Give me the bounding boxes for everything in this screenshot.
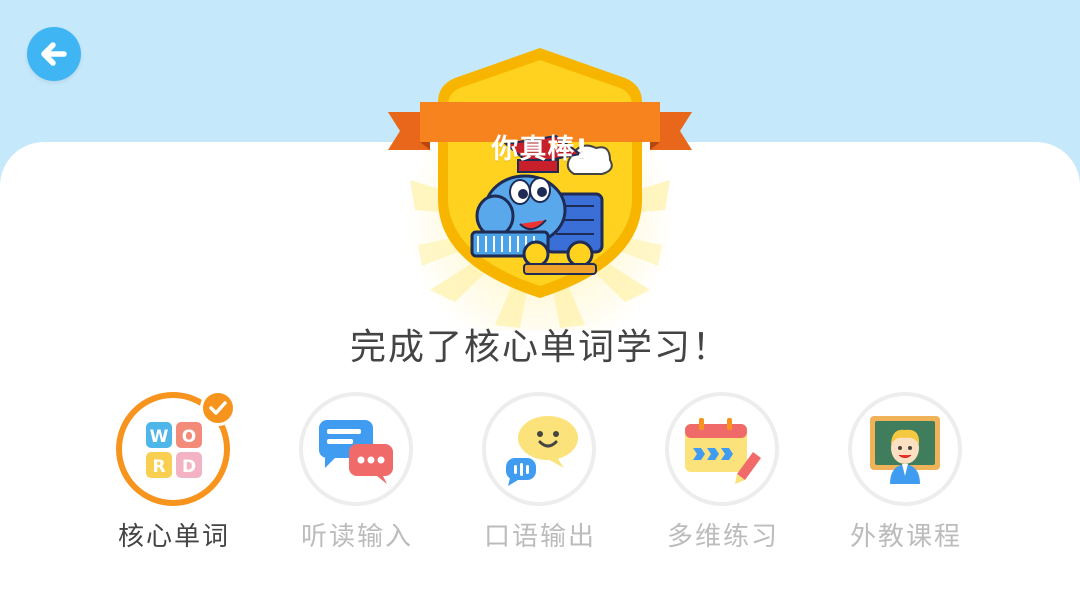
tile-r: R xyxy=(152,457,165,477)
completed-check-badge xyxy=(200,390,236,426)
checkmark-icon xyxy=(209,401,227,415)
arrow-left-icon xyxy=(41,42,67,66)
achievement-badge: 你真棒! xyxy=(370,40,710,330)
module-core-words[interactable]: W O R D 核心单词 xyxy=(114,390,238,562)
module-icon-ring xyxy=(482,392,596,506)
module-icon-ring xyxy=(299,392,413,506)
module-icon-ring xyxy=(665,392,779,506)
back-button[interactable] xyxy=(27,27,81,81)
module-label: 口语输出 xyxy=(483,522,596,552)
tile-d: D xyxy=(182,457,196,477)
teacher-blackboard-icon xyxy=(870,416,940,484)
module-label: 听读输入 xyxy=(300,522,413,552)
module-label: 多维练习 xyxy=(666,522,779,552)
badge-title: 你真棒! xyxy=(491,134,589,165)
module-practice[interactable]: 多维练习 xyxy=(663,392,787,562)
module-label: 核心单词 xyxy=(117,522,230,552)
module-label: 外教课程 xyxy=(849,522,962,552)
calendar-pencil-icon xyxy=(685,418,761,484)
chat-bubbles-icon xyxy=(319,420,393,484)
speech-bubble-face-icon xyxy=(506,416,578,486)
tile-w: W xyxy=(150,427,169,447)
module-list: W O R D 核心单词 听读输入 口语输出 多维练习 外教课程 xyxy=(114,390,984,562)
module-icon-ring xyxy=(848,392,962,506)
completion-headline: 完成了核心单词学习！ xyxy=(349,327,730,368)
module-teacher-course[interactable]: 外教课程 xyxy=(846,392,970,562)
tile-o: O xyxy=(182,427,196,447)
module-listening-reading[interactable]: 听读输入 xyxy=(297,392,421,562)
module-speaking-output[interactable]: 口语输出 xyxy=(480,392,604,562)
